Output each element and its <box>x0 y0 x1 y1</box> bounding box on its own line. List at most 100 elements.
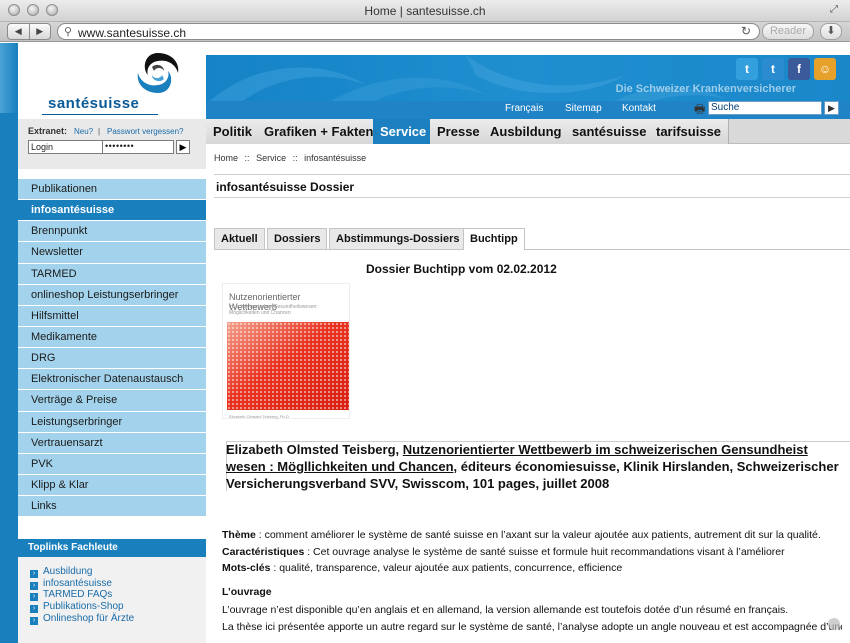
breadcrumb-service[interactable]: Service <box>256 153 286 163</box>
tab-dossiers[interactable]: Dossiers <box>267 228 328 249</box>
sidebar-spacer-bottom <box>18 526 206 540</box>
toplink-item[interactable]: › Onlineshop für Ärzte <box>30 613 134 625</box>
breadcrumb-separator: :: <box>244 153 250 163</box>
window-titlebar: Home | santesuisse.ch ⤢ <box>0 0 850 22</box>
keywords-label: Mots-clés <box>222 562 271 574</box>
new-user-link[interactable]: Neu? <box>74 127 93 136</box>
search-input[interactable]: Suche <box>708 101 822 115</box>
forgot-password-link[interactable]: Passwort vergessen? <box>107 127 183 136</box>
logo-underline <box>42 114 158 115</box>
reload-icon[interactable]: ↻ <box>741 24 751 38</box>
profile-icon[interactable]: ☺ <box>814 58 836 80</box>
theme-text: : comment améliorer le système de santé … <box>255 529 821 541</box>
section-heading: L’ouvrage <box>222 586 272 598</box>
sidebar-item-tarmed[interactable]: TARMED <box>18 263 206 285</box>
breadcrumb-separator: :: <box>292 153 298 163</box>
browser-toolbar: ◀ ▶ ⚲ www.santesuisse.ch ↻ Reader ⬇ <box>0 22 850 42</box>
login-submit-button[interactable]: ▶ <box>176 140 190 154</box>
sidebar-spacer <box>18 169 206 179</box>
toplink-label: Publikations-Shop <box>43 601 124 613</box>
sidebar-item-brennpunkt[interactable]: Brennpunkt <box>18 221 206 243</box>
scroll-corner-icon[interactable] <box>828 618 840 630</box>
sidebar-item-newsletter[interactable]: Newsletter <box>18 242 206 264</box>
divider <box>214 174 850 175</box>
theme-label: Thème <box>222 529 256 541</box>
left-edge-bar <box>0 43 18 643</box>
nav-santesuisse[interactable]: santésuisse <box>565 119 655 144</box>
fullscreen-icon[interactable]: ⤢ <box>830 4 842 16</box>
sidebar-item-links[interactable]: Links <box>18 496 206 518</box>
book-info: Thème : comment améliorer le système de … <box>222 527 842 577</box>
sidebar-item-vertrauensarzt[interactable]: Vertrauensarzt <box>18 432 206 454</box>
toplink-item[interactable]: › infosantésuisse <box>30 578 134 590</box>
divider <box>214 197 850 198</box>
sidebar-menu: Publikationen infosantésuisse Brennpunkt… <box>18 179 206 518</box>
nav-grafiken-fakten[interactable]: Grafiken + Fakten <box>257 119 382 144</box>
facebook-icon[interactable]: f <box>788 58 810 80</box>
book-cover-pattern <box>227 322 349 410</box>
sidebar-item-klipp-klar[interactable]: Klipp & Klar <box>18 474 206 497</box>
body-text: L’ouvrage n’est disponible qu’en anglais… <box>222 602 842 636</box>
book-cover-subtitle: im schweizerischen Gesundheitswesen: Mög… <box>229 304 318 316</box>
language-link[interactable]: Français <box>505 103 543 114</box>
paragraph-line: La thèse ici présentée apporte un autre … <box>222 621 842 633</box>
twitter-icon[interactable]: t <box>736 58 758 80</box>
logo-text: santésuisse <box>48 95 140 112</box>
reader-button[interactable]: Reader <box>762 23 814 40</box>
forward-button[interactable]: ▶ <box>28 24 51 39</box>
window-title: Home | santesuisse.ch <box>364 4 486 18</box>
toplinks-panel: Toplinks Fachleute › Ausbildung › infosant… <box>18 539 206 643</box>
sidebar-item-onlineshop[interactable]: onlineshop Leistungserbringer <box>18 284 206 306</box>
logo-swirl-icon <box>137 53 179 93</box>
toplinks-list: › Ausbildung › infosantésuisse › TARMED FAQ… <box>30 566 134 625</box>
book-reference: Elizabeth Olmsted Teisberg, Nutzenorient… <box>226 441 850 492</box>
tab-buchtipp[interactable]: Buchtipp <box>463 228 525 250</box>
nav-tarifsuisse[interactable]: tarifsuisse <box>649 119 730 144</box>
sidebar-item-vertraege[interactable]: Verträge & Preise <box>18 390 206 412</box>
nav-presse[interactable]: Presse <box>430 119 488 144</box>
printer-icon[interactable]: 🖶 <box>694 100 705 121</box>
tab-aktuell[interactable]: Aktuell <box>214 228 265 249</box>
web-page: santésuisse Die Schweizer Krankenversich… <box>0 43 850 643</box>
toplink-item[interactable]: › Publikations-Shop <box>30 601 134 614</box>
password-field[interactable]: •••••••• <box>102 140 174 154</box>
arrow-icon: › <box>30 605 38 614</box>
arrow-icon: › <box>30 570 38 578</box>
characteristics-text: : Cet ouvrage analyse le système de sant… <box>304 545 785 558</box>
sitemap-link[interactable]: Sitemap <box>565 103 602 114</box>
sidebar-item-drg[interactable]: DRG <box>18 348 206 370</box>
sidebar-item-medikamente[interactable]: Medikamente <box>18 326 206 349</box>
history-buttons: ◀ ▶ <box>7 23 51 40</box>
nav-ausbildung[interactable]: Ausbildung <box>483 119 570 144</box>
left-edge-highlight <box>0 43 18 113</box>
toplink-item[interactable]: › Ausbildung <box>30 566 134 578</box>
breadcrumb-home[interactable]: Home <box>214 153 238 163</box>
search-submit-button[interactable]: ▶ <box>824 101 839 115</box>
nav-politik[interactable]: Politik <box>206 119 261 144</box>
twitter-bird-icon[interactable]: t <box>762 58 784 80</box>
tab-abstimmungs-dossiers[interactable]: Abstimmungs-Dossiers <box>329 228 467 249</box>
toplink-label: TARMED FAQs <box>43 589 113 601</box>
book-author: Elizabeth Olmsted Teisberg, <box>226 442 400 457</box>
download-icon[interactable]: ⬇ <box>820 23 842 40</box>
toplink-label: Ausbildung <box>43 566 93 577</box>
characteristics-label: Caractéristiques <box>222 545 305 558</box>
address-text[interactable]: www.santesuisse.ch <box>78 26 186 40</box>
search-icon: ⚲ <box>64 26 73 38</box>
book-cover-footer: Elizabeth Olmsted Teisberg, Ph.D. <box>229 414 290 419</box>
back-button[interactable]: ◀ <box>8 24 29 39</box>
book-cover-image: Nutzenorientierter Wettbewerb im schweiz… <box>222 283 350 419</box>
sidebar-item-hilfsmittel[interactable]: Hilfsmittel <box>18 305 206 327</box>
sidebar-item-publikationen[interactable]: Publikationen <box>18 179 206 201</box>
sidebar-item-infosantesuisse[interactable]: infosantésuisse <box>18 200 206 222</box>
sidebar-item-pvk[interactable]: PVK <box>18 453 206 475</box>
breadcrumb-current[interactable]: infosantésuisse <box>304 153 366 163</box>
address-bar[interactable]: ⚲ www.santesuisse.ch ↻ <box>57 23 760 40</box>
contact-link[interactable]: Kontakt <box>622 103 656 114</box>
sidebar-item-datenaustausch[interactable]: Elektronischer Datenaustausch <box>18 369 206 391</box>
nav-service[interactable]: Service <box>373 119 435 144</box>
sidebar-item-leistungserbringer[interactable]: Leistungserbringer <box>18 411 206 433</box>
site-logo[interactable]: santésuisse <box>18 43 206 119</box>
toplink-item[interactable]: › TARMED FAQs <box>30 589 134 602</box>
extranet-label: Extranet: <box>28 126 68 136</box>
